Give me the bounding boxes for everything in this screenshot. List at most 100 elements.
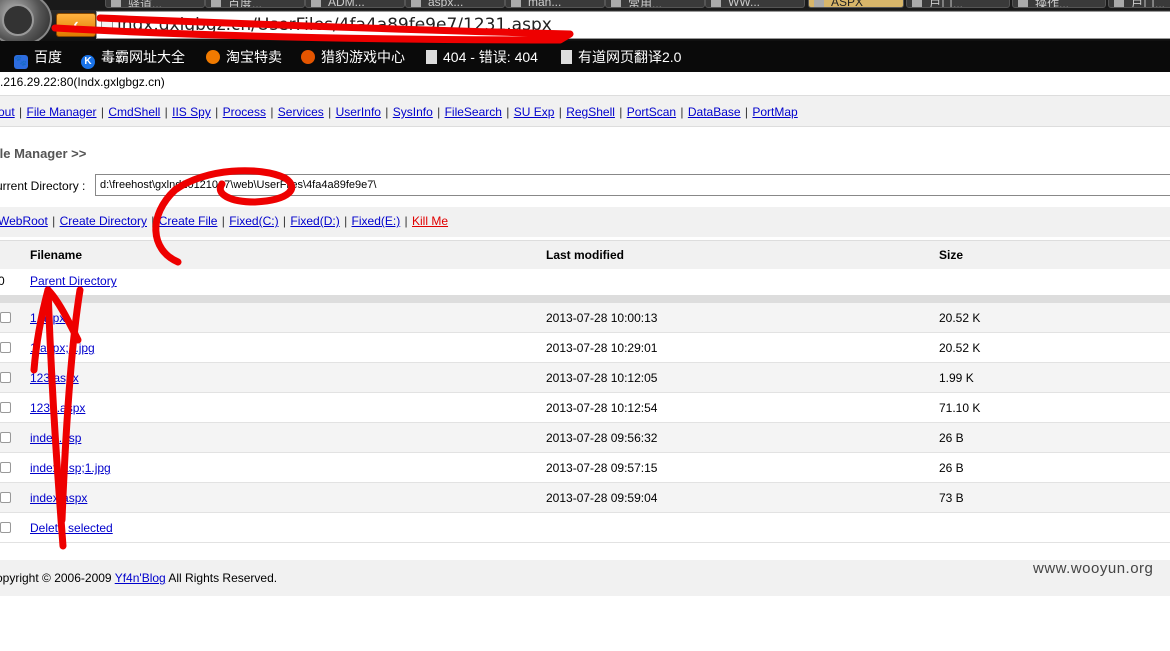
file-modified: 2013-07-28 10:12:05 bbox=[546, 371, 658, 385]
page-icon bbox=[426, 50, 437, 64]
drive-e-link[interactable]: Fixed(E:) bbox=[352, 214, 401, 228]
webroot-link[interactable]: WebRoot bbox=[0, 214, 48, 228]
file-link[interactable]: 1.aspx bbox=[30, 311, 65, 325]
address-bar[interactable]: indx.gxlgbgz.cn/UserFiles/4fa4a89fe9e7/1… bbox=[96, 11, 1170, 39]
action-links: WebRoot | Create Directory | Create File… bbox=[0, 214, 449, 228]
browser-tab[interactable]: aspx... bbox=[405, 0, 505, 8]
back-arrow-icon: ‹ bbox=[73, 16, 79, 33]
bookmark-taobao[interactable]: 淘宝特卖 bbox=[206, 47, 282, 67]
row-checkbox[interactable] bbox=[0, 372, 11, 383]
copyright-prefix: opyright © 2006-2009 bbox=[0, 571, 115, 585]
menu-database[interactable]: DataBase bbox=[688, 105, 741, 119]
menu-cmdshell[interactable]: CmdShell bbox=[108, 105, 160, 119]
favicon-icon bbox=[711, 0, 721, 7]
file-size: 26 B bbox=[939, 461, 964, 475]
menu-services[interactable]: Services bbox=[278, 105, 324, 119]
bookmark-label: 有道网页翻译2.0 bbox=[578, 49, 682, 65]
menu-sysinfo[interactable]: SysInfo bbox=[393, 105, 433, 119]
back-button[interactable]: ‹ bbox=[56, 13, 96, 37]
drive-c-link[interactable]: Fixed(C:) bbox=[229, 214, 278, 228]
browser-tab-active[interactable]: ASPX bbox=[808, 0, 904, 8]
copyright-suffix: All Rights Reserved. bbox=[165, 571, 278, 585]
favicon-icon bbox=[1114, 0, 1124, 7]
watermark: www.wooyun.org bbox=[1033, 560, 1154, 577]
row-checkbox[interactable] bbox=[0, 462, 11, 473]
menu-userinfo[interactable]: UserInfo bbox=[336, 105, 381, 119]
drive-d-link[interactable]: Fixed(D:) bbox=[290, 214, 339, 228]
file-link[interactable]: 123.aspx bbox=[30, 371, 79, 385]
tab-label: aspx... bbox=[428, 0, 464, 8]
row-checkbox[interactable] bbox=[0, 312, 11, 323]
create-file-link[interactable]: Create File bbox=[159, 214, 218, 228]
bookmark-baidu[interactable]: 🐾 百度 bbox=[14, 47, 62, 69]
favicon-icon bbox=[611, 0, 621, 7]
k-icon: K bbox=[81, 55, 95, 69]
address-bar-row: ‹ indx.gxlgbgz.cn/UserFiles/4fa4a89fe9e7… bbox=[0, 10, 1170, 41]
bookmark-label: 毒霸网址大全 bbox=[101, 49, 185, 65]
host-info: .216.29.22:80(Indx.gxlgbgz.cn) bbox=[0, 75, 165, 89]
favicon-icon bbox=[912, 0, 922, 7]
file-link[interactable]: 1231.aspx bbox=[30, 401, 85, 415]
tab-label: 操作... bbox=[1035, 0, 1070, 8]
row-checkbox[interactable] bbox=[0, 342, 11, 353]
tab-label: 常用... bbox=[628, 0, 663, 8]
blog-link[interactable]: Yf4n'Blog bbox=[115, 571, 166, 585]
select-all-checkbox[interactable] bbox=[0, 522, 11, 533]
parent-directory-row: 0 Parent Directory bbox=[0, 269, 1170, 294]
page-title: ile Manager >> bbox=[0, 146, 87, 161]
shell-menu: out | File Manager | CmdShell | IIS Spy … bbox=[0, 105, 798, 119]
bookmark-404[interactable]: 404 - 错误: 404 bbox=[426, 47, 538, 67]
create-directory-link[interactable]: Create Directory bbox=[60, 214, 147, 228]
cheetah-icon bbox=[301, 50, 315, 64]
address-text[interactable]: indx.gxlgbgz.cn/UserFiles/4fa4a89fe9e7/1… bbox=[117, 15, 552, 35]
file-table-header: Filename Last modified Size bbox=[0, 240, 1170, 270]
file-link[interactable]: index.asp bbox=[30, 431, 81, 445]
delete-selected-link[interactable]: Delete selected bbox=[30, 521, 113, 535]
file-link[interactable]: 1.aspx;1.jpg bbox=[30, 341, 95, 355]
parent-directory-link[interactable]: Parent Directory bbox=[30, 274, 117, 288]
page-content: .216.29.22:80(Indx.gxlgbgz.cn) out | Fil… bbox=[0, 72, 1170, 651]
bookmark-label: 淘宝特卖 bbox=[226, 49, 282, 65]
menu-portmap[interactable]: PortMap bbox=[752, 105, 797, 119]
browser-tab[interactable]: 操作... bbox=[1012, 0, 1106, 8]
table-divider bbox=[0, 295, 1170, 303]
favicon-icon bbox=[411, 0, 421, 7]
browser-tab[interactable]: 百度... bbox=[205, 0, 305, 8]
menu-file-manager[interactable]: File Manager bbox=[26, 105, 96, 119]
browser-tab[interactable]: man... bbox=[505, 0, 605, 8]
bookmark-game-center[interactable]: 猎豹游戏中心 bbox=[301, 47, 405, 67]
tab-label: man... bbox=[528, 0, 562, 8]
browser-tab[interactable]: 驿道... bbox=[105, 0, 205, 8]
header-size[interactable]: Size bbox=[939, 248, 963, 262]
menu-su-exp[interactable]: SU Exp bbox=[514, 105, 555, 119]
file-link[interactable]: index.aspx bbox=[30, 491, 87, 505]
header-last-modified[interactable]: Last modified bbox=[546, 248, 624, 262]
bookmark-youdao[interactable]: 有道网页翻译2.0 bbox=[561, 47, 681, 67]
menu-iis-spy[interactable]: IIS Spy bbox=[172, 105, 211, 119]
browser-tab[interactable]: 户口... bbox=[1108, 0, 1170, 8]
shell-menu-bar: out | File Manager | CmdShell | IIS Spy … bbox=[0, 95, 1170, 127]
bookmark-duba[interactable]: K 毒霸网址大全 bbox=[81, 47, 185, 69]
menu-regshell[interactable]: RegShell bbox=[566, 105, 615, 119]
header-filename[interactable]: Filename bbox=[30, 248, 82, 262]
menu-process[interactable]: Process bbox=[223, 105, 266, 119]
row-checkbox[interactable] bbox=[0, 432, 11, 443]
browser-tab[interactable]: ADM... bbox=[305, 0, 405, 8]
tab-label: ADM... bbox=[328, 0, 365, 8]
row-checkbox[interactable] bbox=[0, 492, 11, 503]
kill-me-link[interactable]: Kill Me bbox=[412, 214, 448, 228]
menu-filesearch[interactable]: FileSearch bbox=[445, 105, 502, 119]
copyright-text: opyright © 2006-2009 Yf4n'Blog All Right… bbox=[0, 571, 277, 585]
current-directory-input[interactable] bbox=[95, 174, 1170, 196]
row-checkbox[interactable] bbox=[0, 402, 11, 413]
file-size: 73 B bbox=[939, 491, 964, 505]
browser-tab[interactable]: WW... bbox=[705, 0, 805, 8]
file-size: 20.52 K bbox=[939, 341, 981, 355]
file-link[interactable]: index.asp;1.jpg bbox=[30, 461, 111, 475]
menu-logout[interactable]: out bbox=[0, 105, 15, 119]
browser-tab[interactable]: 常用... bbox=[605, 0, 705, 8]
favicon-icon bbox=[111, 0, 121, 7]
table-row: index.asp 2013-07-28 09:56:32 26 B bbox=[0, 423, 1170, 453]
browser-tab[interactable]: 户口... bbox=[906, 0, 1010, 8]
menu-portscan[interactable]: PortScan bbox=[627, 105, 676, 119]
